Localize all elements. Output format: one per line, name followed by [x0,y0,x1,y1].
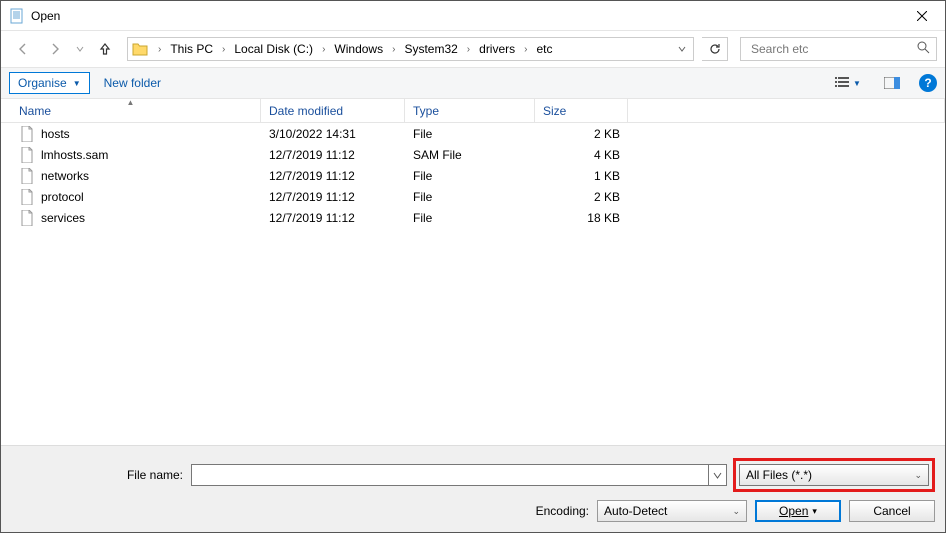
breadcrumb-item[interactable]: System32 [400,38,461,60]
file-name: networks [41,169,89,183]
back-button[interactable] [9,35,37,63]
encoding-label: Encoding: [536,504,589,518]
file-icon [19,147,35,163]
file-date: 12/7/2019 11:12 [261,211,405,225]
encoding-value: Auto-Detect [604,504,667,518]
file-list[interactable]: hosts3/10/2022 14:31File2 KBlmhosts.sam1… [1,123,945,445]
filter-label: All Files (*.*) [746,468,812,482]
chevron-right-icon[interactable]: › [462,44,475,55]
file-size: 2 KB [535,127,628,141]
file-size: 1 KB [535,169,628,183]
close-button[interactable] [899,1,945,31]
search-input[interactable] [749,41,914,57]
refresh-button[interactable] [702,37,728,61]
filename-history-button[interactable] [709,464,727,486]
file-type: File [405,127,535,141]
toolbar: Organise ▼ New folder ▼ ? [1,67,945,99]
file-type: File [405,190,535,204]
filename-label: File name: [11,468,191,482]
column-header-spacer [628,99,945,122]
file-date: 12/7/2019 11:12 [261,148,405,162]
search-box[interactable] [740,37,937,61]
recent-locations-button[interactable] [73,45,87,53]
title-bar: Open [1,1,945,31]
file-date: 12/7/2019 11:12 [261,169,405,183]
chevron-down-icon: ▼ [853,79,861,88]
file-list-header: Name ▲ Date modified Type Size [1,99,945,123]
search-icon[interactable] [914,41,932,57]
chevron-down-icon: ⌄ [732,506,740,517]
chevron-right-icon[interactable]: › [387,44,400,55]
chevron-right-icon[interactable]: › [519,44,532,55]
file-row[interactable]: services 12/7/2019 11:12File18 KB [1,207,945,228]
file-icon [19,168,35,184]
file-type: SAM File [405,148,535,162]
file-type: File [405,169,535,183]
file-icon [19,189,35,205]
file-name: lmhosts.sam [41,148,108,162]
column-header-size[interactable]: Size [535,99,628,122]
file-name: hosts [41,127,70,141]
breadcrumb-item[interactable]: Windows [330,38,387,60]
chevron-right-icon[interactable]: › [317,44,330,55]
chevron-right-icon[interactable]: › [153,44,166,55]
file-icon [19,210,35,226]
organise-label: Organise [18,76,67,90]
open-dialog: Open › This PC › Local Disk (C:) [0,0,946,533]
filename-input[interactable] [191,464,709,486]
file-name: protocol [41,190,84,204]
file-date: 3/10/2022 14:31 [261,127,405,141]
breadcrumb-item[interactable]: This PC [166,38,217,60]
folder-icon [129,38,151,60]
sort-ascending-icon: ▲ [127,98,135,107]
address-bar[interactable]: › This PC › Local Disk (C:) › Windows › … [127,37,694,61]
preview-pane-button[interactable] [875,72,909,94]
file-date: 12/7/2019 11:12 [261,190,405,204]
organise-button[interactable]: Organise ▼ [9,72,90,94]
file-size: 4 KB [535,148,628,162]
cancel-button[interactable]: Cancel [849,500,935,522]
chevron-right-icon[interactable]: › [217,44,230,55]
breadcrumb-item[interactable]: drivers [475,38,519,60]
view-options-button[interactable]: ▼ [831,72,865,94]
filter-highlight: All Files (*.*) ⌄ [733,458,935,492]
nav-row: › This PC › Local Disk (C:) › Windows › … [1,31,945,67]
forward-button[interactable] [41,35,69,63]
notepad-icon [9,8,25,24]
file-row[interactable]: hosts 3/10/2022 14:31File2 KB [1,123,945,144]
column-header-date[interactable]: Date modified [261,99,405,122]
file-type-filter[interactable]: All Files (*.*) ⌄ [739,464,929,486]
new-folder-button[interactable]: New folder [100,76,165,90]
encoding-select[interactable]: Auto-Detect ⌄ [597,500,747,522]
up-button[interactable] [91,35,119,63]
column-header-name[interactable]: Name ▲ [1,99,261,122]
file-icon [19,126,35,142]
file-row[interactable]: protocol 12/7/2019 11:12File2 KB [1,186,945,207]
file-type: File [405,211,535,225]
file-row[interactable]: networks 12/7/2019 11:12File1 KB [1,165,945,186]
chevron-down-icon: ⌄ [914,470,922,481]
file-name: services [41,211,85,225]
chevron-down-icon: ▼ [73,79,81,88]
window-title: Open [31,9,899,23]
file-size: 18 KB [535,211,628,225]
breadcrumb-item[interactable]: etc [533,38,557,60]
file-row[interactable]: lmhosts.sam 12/7/2019 11:12SAM File4 KB [1,144,945,165]
help-button[interactable]: ? [919,74,937,92]
open-button[interactable]: Open ▾ [755,500,841,522]
column-header-type[interactable]: Type [405,99,535,122]
bottom-panel: File name: All Files (*.*) ⌄ Encoding: A… [1,445,945,532]
breadcrumb-item[interactable]: Local Disk (C:) [230,38,317,60]
address-history-button[interactable] [671,44,693,54]
file-size: 2 KB [535,190,628,204]
